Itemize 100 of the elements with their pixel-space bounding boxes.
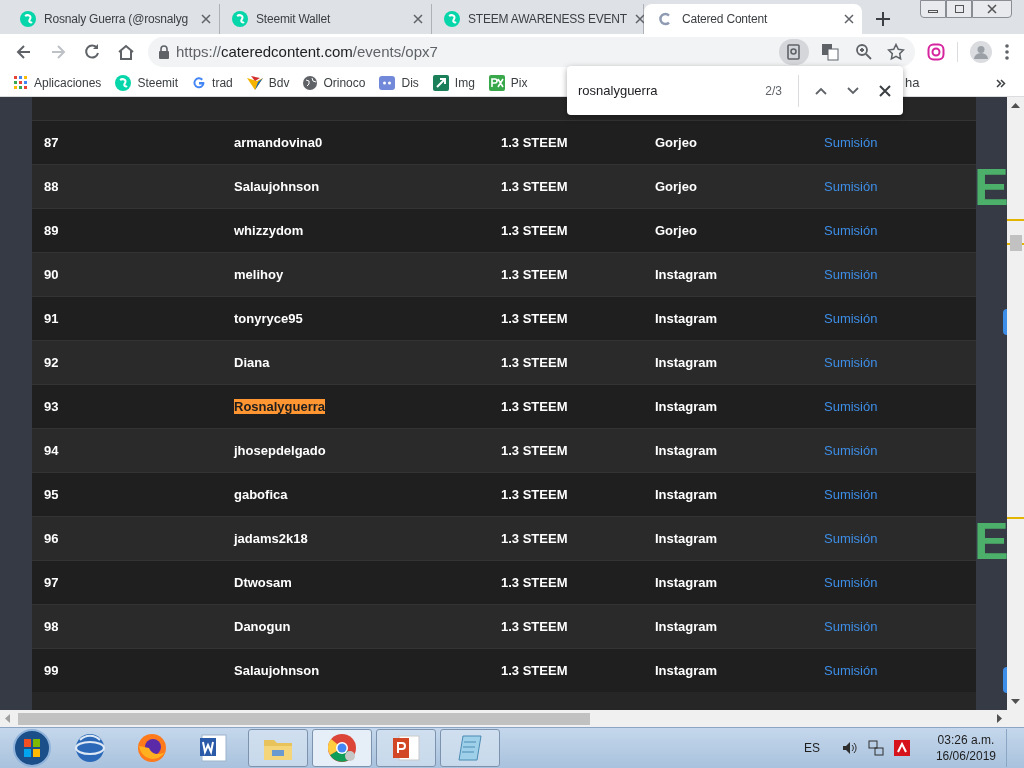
username-cell: gabofica <box>234 486 288 502</box>
more-bookmarks-icon[interactable] <box>996 78 1006 88</box>
username-cell: Danogun <box>234 618 291 634</box>
username-cell: Rosnalyguerra <box>234 398 326 414</box>
bookmark[interactable]: Img <box>432 74 475 92</box>
close-icon[interactable] <box>844 14 854 24</box>
tab-title: Steemit Wallet <box>256 11 332 28</box>
row-number: 87 <box>44 134 59 150</box>
platform-cell: Instagram <box>655 310 718 326</box>
amount-cell: 1.3 STEEM <box>501 530 568 546</box>
start-button[interactable] <box>12 728 52 768</box>
reload-icon[interactable] <box>82 42 102 62</box>
google-icon <box>192 76 207 90</box>
bookmark[interactable]: ha <box>905 73 920 93</box>
new-tab-icon[interactable] <box>876 12 890 26</box>
amount-cell: 1.3 STEEM <box>501 662 568 678</box>
lock-icon <box>158 45 170 59</box>
submission-link[interactable]: Sumisión <box>824 266 878 282</box>
previous-match-icon[interactable] <box>815 86 827 95</box>
submission-link[interactable]: Sumisión <box>824 134 878 150</box>
submission-link[interactable]: Sumisión <box>824 310 878 326</box>
amount-cell: 1.3 STEEM <box>501 134 568 150</box>
submission-link[interactable]: Sumisión <box>824 486 878 502</box>
submission-link[interactable]: Sumisión <box>824 530 878 546</box>
close-icon[interactable] <box>201 14 211 24</box>
platform-cell: Instagram <box>655 442 718 458</box>
profile-icon[interactable] <box>970 41 992 63</box>
powerpoint-icon[interactable] <box>376 729 436 767</box>
platform-cell: Instagram <box>655 662 718 678</box>
scroll-thumb[interactable] <box>18 712 590 725</box>
translate-icon[interactable] <box>821 43 839 61</box>
firefox-icon[interactable] <box>136 732 168 764</box>
chrome-icon[interactable] <box>312 729 372 767</box>
submission-link[interactable]: Sumisión <box>824 354 878 370</box>
bookmark[interactable]: Orinoco <box>303 74 366 92</box>
row-number: 94 <box>44 442 59 458</box>
volume-icon[interactable] <box>841 740 858 756</box>
find-field[interactable]: rosnalyguerra <box>578 80 748 101</box>
bookmark[interactable]: Bdv <box>246 74 290 92</box>
close-button[interactable] <box>972 0 1012 18</box>
username-cell: tonyryce95 <box>234 310 303 326</box>
side-letter: E <box>974 161 1007 213</box>
username-cell: Salaujohnson <box>234 662 320 678</box>
platform-cell: Instagram <box>655 618 718 634</box>
home-icon[interactable] <box>116 42 136 62</box>
amount-cell: 1.3 STEEM <box>501 266 568 282</box>
row-number: 90 <box>44 266 59 282</box>
username-cell: melihoy <box>234 266 284 282</box>
submission-link[interactable]: Sumisión <box>824 662 878 678</box>
clock[interactable]: 03:26 a.m. 16/06/2019 <box>935 732 996 764</box>
bookmark[interactable]: Steemit <box>115 74 179 92</box>
close-icon[interactable] <box>879 84 891 97</box>
find-icon[interactable] <box>779 39 809 65</box>
submission-link[interactable]: Sumisión <box>824 442 878 458</box>
tab-title: STEEM AWARENESS EVENT <box>468 11 627 28</box>
username-cell: whizzydom <box>234 222 304 238</box>
submission-link[interactable]: Sumisión <box>824 618 878 634</box>
instagram-icon[interactable] <box>927 43 945 61</box>
submission-link[interactable]: Sumisión <box>824 222 878 238</box>
network-icon[interactable] <box>867 740 884 756</box>
close-icon[interactable] <box>634 14 645 24</box>
globe-icon[interactable] <box>74 732 106 764</box>
language-indicator[interactable]: ES <box>803 739 820 757</box>
submission-link[interactable]: Sumisión <box>824 178 878 194</box>
amount-cell: 1.3 STEEM <box>501 486 568 502</box>
browser-tab[interactable]: Catered Content <box>644 4 862 34</box>
bookmark[interactable]: Pix <box>488 74 528 92</box>
scroll-up-icon[interactable] <box>1011 103 1020 108</box>
row-number: 96 <box>44 530 59 546</box>
platform-cell: Instagram <box>655 354 718 370</box>
row-number: 92 <box>44 354 59 370</box>
antivirus-icon[interactable] <box>893 740 910 756</box>
bookmark[interactable]: Dis <box>379 74 419 92</box>
address-bar[interactable]: https://cateredcontent.com/events/opx7 <box>148 37 915 67</box>
amount-cell: 1.3 STEEM <box>501 354 568 370</box>
zoom-icon[interactable] <box>855 43 873 61</box>
scroll-right-icon[interactable] <box>997 714 1002 723</box>
bank-logo-icon <box>246 76 263 90</box>
url-text: https://cateredcontent.com/events/opx7 <box>176 41 439 62</box>
star-icon[interactable] <box>887 43 905 61</box>
globe-icon <box>303 76 318 90</box>
maximize-button[interactable] <box>946 0 972 18</box>
next-match-icon[interactable] <box>847 86 859 95</box>
minimize-button[interactable] <box>920 0 946 18</box>
submission-link[interactable]: Sumisión <box>824 398 878 414</box>
menu-icon[interactable] <box>1004 43 1010 61</box>
username-cell: jadams2k18 <box>234 530 308 546</box>
scroll-thumb[interactable] <box>1010 235 1022 251</box>
platform-cell: Instagram <box>655 486 718 502</box>
submission-link[interactable]: Sumisión <box>824 574 878 590</box>
arrow-icon <box>432 75 449 91</box>
clock-date: 16/06/2019 <box>935 748 996 764</box>
close-icon[interactable] <box>413 14 423 24</box>
bookmark[interactable]: trad <box>192 74 233 92</box>
bookmark[interactable]: Aplicaciones <box>14 74 102 92</box>
word-icon[interactable] <box>198 732 230 764</box>
username-cell: Salaujohnson <box>234 178 320 194</box>
scroll-down-icon[interactable] <box>1011 699 1020 704</box>
close-icon[interactable] <box>987 4 997 14</box>
amount-cell: 1.3 STEEM <box>501 310 568 326</box>
